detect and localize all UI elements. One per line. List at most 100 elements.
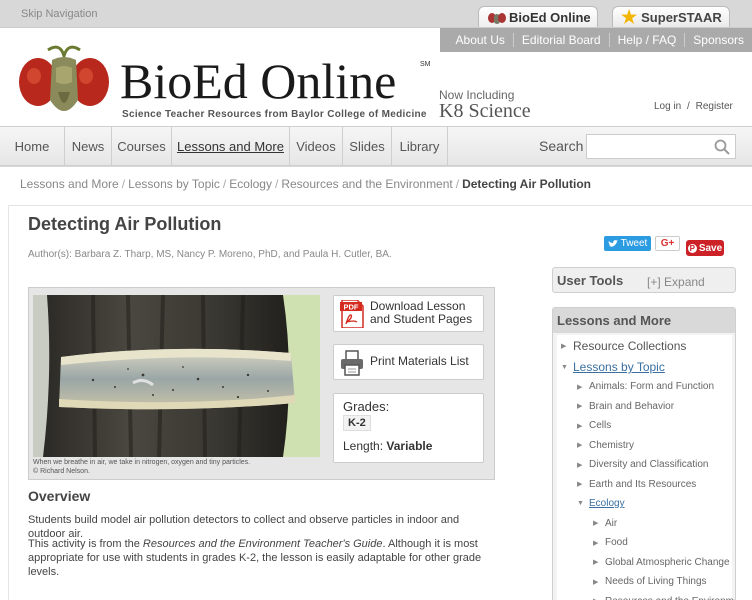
main-nav: Home News Courses Lessons and More Videos Sli… bbox=[0, 126, 752, 166]
pinterest-icon: P bbox=[687, 243, 697, 253]
tab-superstaar[interactable]: ★ SuperSTAAR bbox=[612, 6, 730, 28]
breadcrumb-link[interactable]: Lessons by Topic bbox=[128, 177, 220, 191]
nav-item-news[interactable]: News bbox=[65, 127, 112, 166]
tree-item-label: Lessons by Topic bbox=[573, 360, 665, 374]
caret-right-icon[interactable]: ▶ bbox=[577, 441, 589, 449]
tree-item-label: Air bbox=[605, 517, 618, 529]
breadcrumb-link[interactable]: Ecology bbox=[229, 177, 272, 191]
nav-item-home[interactable]: Home bbox=[0, 127, 65, 166]
nav-item-lessons-and-more[interactable]: Lessons and More bbox=[172, 127, 290, 166]
nav-item-courses[interactable]: Courses bbox=[112, 127, 172, 166]
tree-item-ecology[interactable]: ▼ Ecology bbox=[577, 498, 625, 509]
caret-right-icon[interactable]: ▶ bbox=[577, 402, 589, 410]
nav-item-library[interactable]: Library bbox=[392, 127, 448, 166]
google-plus-button[interactable]: G+ bbox=[655, 236, 680, 251]
tab-superstaar-label: SuperSTAAR bbox=[641, 10, 722, 25]
save-label: Save bbox=[698, 242, 723, 254]
download-label-line2: and Student Pages bbox=[370, 312, 473, 326]
breadcrumb-link[interactable]: Resources and the Environment bbox=[281, 177, 452, 191]
fly-logo-icon bbox=[19, 45, 109, 111]
utility-link-about-us[interactable]: About Us bbox=[448, 33, 513, 47]
tree-item-label: Resources and the Environment bbox=[605, 596, 735, 600]
tree-item-brain-and-behavior[interactable]: ▶ Brain and Behavior bbox=[577, 401, 674, 412]
grades-info-box: Grades: K-2 Length: Variable bbox=[333, 393, 484, 463]
caret-right-icon[interactable]: ▶ bbox=[593, 578, 605, 586]
tree-item-label: Resource Collections bbox=[573, 339, 687, 353]
expand-user-tools-link[interactable]: [+] Expand bbox=[647, 275, 705, 289]
tree-item-label: Chemistry bbox=[589, 439, 635, 451]
pinterest-save-button[interactable]: P Save bbox=[686, 240, 724, 256]
tree-item-food[interactable]: ▶ Food bbox=[593, 537, 628, 548]
tree-item-chemistry[interactable]: ▶ Chemistry bbox=[577, 440, 634, 451]
tab-bioed-online[interactable]: BioEd Online bbox=[478, 6, 598, 28]
service-mark: SM bbox=[420, 61, 431, 68]
breadcrumb-separator: / bbox=[274, 177, 279, 191]
tree-item-global-atmospheric-change[interactable]: ▶ Global Atmospheric Change bbox=[593, 557, 730, 568]
tree-item-label: Food bbox=[605, 537, 628, 548]
tree-item-label: Needs of Living Things bbox=[605, 576, 707, 587]
nav-item-slides[interactable]: Slides bbox=[343, 127, 392, 166]
auth-links: Log in / Register bbox=[654, 101, 733, 112]
caret-right-icon[interactable]: ▶ bbox=[593, 519, 605, 527]
tree-item-animals-form-and-function[interactable]: ▶ Animals: Form and Function bbox=[577, 381, 714, 392]
photo-caption: When we breathe in air, we take in nitro… bbox=[33, 458, 250, 476]
teachers-guide-title: Resources and the Environment Teacher's … bbox=[142, 538, 383, 550]
tweet-button[interactable]: Tweet bbox=[604, 236, 651, 251]
caret-down-icon[interactable]: ▼ bbox=[561, 364, 573, 371]
caret-right-icon[interactable]: ▶ bbox=[593, 539, 605, 547]
print-label: Print Materials List bbox=[370, 354, 469, 368]
tree-item-air[interactable]: ▶ Air bbox=[593, 518, 617, 529]
utility-link-editorial-board[interactable]: Editorial Board bbox=[512, 33, 609, 47]
caret-right-icon[interactable]: ▶ bbox=[577, 480, 589, 488]
site-logo-title[interactable]: BioEd Online bbox=[120, 56, 396, 106]
lessons-and-more-header: Lessons and More bbox=[553, 308, 735, 333]
k8-science-logo[interactable]: K8 Science bbox=[439, 100, 531, 123]
tree-item-lessons-by-topic[interactable]: ▼ Lessons by Topic bbox=[561, 360, 665, 374]
user-tools-panel: User Tools [+] Expand bbox=[552, 267, 736, 293]
length-value: Variable bbox=[386, 439, 433, 453]
tree-item-resource-collections[interactable]: ▶ Resource Collections bbox=[561, 339, 686, 353]
caret-right-icon[interactable]: ▶ bbox=[577, 422, 589, 430]
caret-down-icon[interactable]: ▼ bbox=[577, 500, 589, 507]
search-icon[interactable] bbox=[714, 139, 730, 155]
tree-item-needs-of-living-things[interactable]: ▶ Needs of Living Things bbox=[593, 576, 707, 587]
search-label: Search bbox=[539, 138, 584, 154]
grades-label: Grades: bbox=[343, 399, 390, 414]
overview-heading: Overview bbox=[28, 488, 91, 504]
print-materials-button[interactable]: Print Materials List bbox=[333, 344, 484, 380]
tree-item-earth-and-its-resources[interactable]: ▶ Earth and Its Resources bbox=[577, 479, 696, 490]
utility-nav: About Us Editorial Board Help / FAQ Sponsor… bbox=[439, 28, 752, 52]
caret-right-icon[interactable]: ▶ bbox=[593, 558, 605, 566]
printer-icon bbox=[341, 350, 363, 376]
authors: Author(s): Barbara Z. Tharp, MS, Nancy P… bbox=[28, 249, 392, 260]
download-label: Download Lesson and Student Pages bbox=[370, 300, 472, 326]
tab-bioed-label: BioEd Online bbox=[509, 10, 591, 25]
breadcrumb-separator: / bbox=[222, 177, 227, 191]
skip-navigation-link[interactable]: Skip Navigation bbox=[21, 8, 97, 20]
tree-item-diversity-and-classification[interactable]: ▶ Diversity and Classification bbox=[577, 459, 709, 470]
lessons-and-more-title: Lessons and More bbox=[557, 313, 672, 328]
login-link[interactable]: Log in bbox=[654, 101, 681, 112]
utility-link-help-faq[interactable]: Help / FAQ bbox=[608, 33, 685, 47]
nav-item-videos[interactable]: Videos bbox=[290, 127, 343, 166]
caption-line-1: When we breathe in air, we take in nitro… bbox=[33, 459, 251, 466]
caret-right-icon[interactable]: ▶ bbox=[577, 461, 589, 469]
register-link[interactable]: Register bbox=[696, 101, 733, 112]
tweet-label: Tweet bbox=[620, 238, 648, 249]
tree-item-label: Brain and Behavior bbox=[589, 400, 675, 412]
tree-item-label: Cells bbox=[589, 420, 612, 431]
twitter-icon bbox=[607, 239, 618, 247]
caret-right-icon[interactable]: ▶ bbox=[577, 383, 589, 391]
tree-item-resources-and-the-environment[interactable]: ▶Resources and the Environment bbox=[593, 596, 735, 600]
utility-link-sponsors[interactable]: Sponsors bbox=[684, 33, 752, 47]
page-title: Detecting Air Pollution bbox=[28, 214, 222, 234]
site-header: About Us Editorial Board Help / FAQ Sponsor… bbox=[0, 27, 752, 126]
breadcrumb-link[interactable]: Lessons and More bbox=[20, 177, 119, 191]
tree-item-label: Diversity and Classification bbox=[589, 459, 709, 470]
download-lesson-button[interactable]: PDF Download Lesson and Student Pages bbox=[333, 295, 484, 332]
tree-item-cells[interactable]: ▶ Cells bbox=[577, 420, 611, 431]
pdf-icon: PDF bbox=[340, 300, 364, 328]
caret-right-icon[interactable]: ▶ bbox=[561, 342, 573, 350]
grade-badge: K-2 bbox=[343, 415, 371, 431]
breadcrumb-separator: / bbox=[121, 177, 126, 191]
